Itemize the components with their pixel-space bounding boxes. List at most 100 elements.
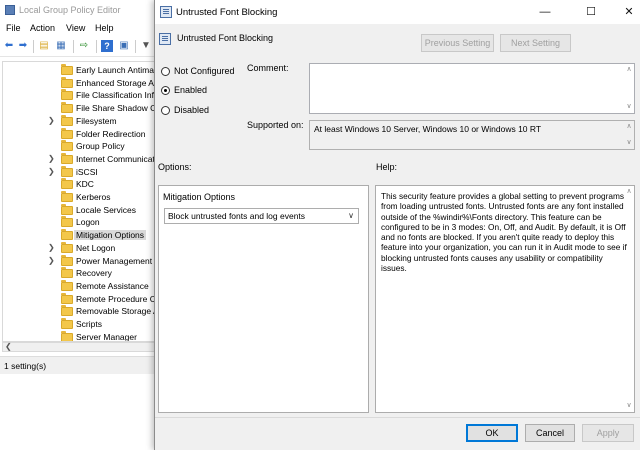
expand-chevron-icon[interactable]: ❯: [48, 256, 56, 265]
mitigation-options-label: Mitigation Options: [163, 192, 236, 202]
tree-item-label: Kerberos: [76, 192, 111, 202]
tree-item[interactable]: Group Policy: [3, 140, 158, 153]
menu-help[interactable]: Help: [95, 23, 114, 33]
tree-item-label: Internet Communicati: [76, 153, 157, 164]
mitigation-options-value: Block untrusted fonts and log events: [168, 211, 306, 221]
scroll-down-icon[interactable]: ∨: [625, 103, 633, 111]
folder-icon: [61, 267, 73, 279]
close-button[interactable]: ✕: [620, 4, 638, 20]
tree-item-label: Remote Procedure Ca: [76, 293, 158, 304]
toolbar-separator: [135, 40, 136, 53]
tree-item-label: Group Policy: [76, 141, 125, 152]
tree-item[interactable]: ❯ Net Logon: [3, 241, 158, 255]
cancel-button[interactable]: Cancel: [525, 424, 575, 442]
options-label: Options:: [158, 162, 192, 172]
tree-item[interactable]: Remote Procedure Ca: [3, 292, 158, 306]
tree-item[interactable]: ❯ iSCSI: [3, 165, 158, 179]
menu-file[interactable]: File: [6, 23, 21, 33]
folder-icon: [61, 330, 73, 341]
tree-item-label: Removable Storage A: [76, 306, 158, 317]
radio-disabled[interactable]: Disabled: [161, 105, 241, 117]
tree-item[interactable]: ❯ Filesystem: [3, 114, 158, 128]
help-icon[interactable]: ?: [101, 40, 113, 52]
folder-icon: [61, 279, 73, 291]
supported-on-label: Supported on:: [247, 120, 304, 130]
radio-not-configured[interactable]: Not Configured: [161, 66, 241, 78]
expand-chevron-icon[interactable]: ❯: [48, 116, 56, 125]
up-folder-icon[interactable]: ▤: [38, 40, 50, 52]
tree-item[interactable]: Scripts: [3, 318, 158, 331]
folder-icon: [61, 165, 73, 177]
tree-item[interactable]: Mitigation Options: [3, 229, 158, 242]
tree-item[interactable]: Kerberos: [3, 191, 158, 204]
radio-not-configured-indicator[interactable]: [161, 67, 170, 76]
export-list-icon[interactable]: ⇨: [78, 40, 90, 52]
properties-icon[interactable]: ▣: [118, 40, 130, 52]
tree-item-label: iSCSI: [76, 166, 98, 177]
folder-icon: [61, 305, 73, 317]
scroll-up-icon[interactable]: ∧: [625, 123, 633, 131]
scroll-down-icon[interactable]: ∨: [625, 139, 633, 147]
expand-chevron-icon[interactable]: ❯: [48, 167, 56, 176]
tree-item-label: File Classification Infr: [76, 90, 157, 101]
show-hide-tree-icon[interactable]: ▦: [55, 40, 67, 52]
menu-view[interactable]: View: [66, 23, 85, 33]
supported-on-value: At least Windows 10 Server, Windows 10 o…: [314, 124, 542, 134]
group-policy-editor-icon: [5, 5, 15, 15]
previous-setting-button[interactable]: Previous Setting: [421, 34, 494, 52]
tree-item[interactable]: Recovery: [3, 267, 158, 280]
scroll-left-icon[interactable]: ❮: [5, 342, 12, 351]
scroll-down-icon[interactable]: ∨: [625, 402, 633, 410]
tree-item[interactable]: Enhanced Storage Ac: [3, 76, 158, 90]
scroll-up-icon[interactable]: ∧: [625, 188, 633, 196]
folder-icon: [61, 127, 73, 139]
tree-item[interactable]: ❯ Internet Communicati: [3, 152, 158, 166]
expand-chevron-icon[interactable]: ❯: [48, 243, 56, 252]
folder-icon: [61, 178, 73, 190]
tree-item[interactable]: Early Launch Antimal: [3, 64, 158, 77]
dialog-title-bar: Untrusted Font Blocking — ☐ ✕: [155, 0, 640, 24]
tree-item-label: Scripts: [76, 319, 102, 329]
tree-item[interactable]: File Classification Infr: [3, 89, 158, 102]
tree-item-label: Enhanced Storage Ac: [76, 77, 158, 88]
folder-icon: [61, 152, 73, 164]
scroll-up-icon[interactable]: ∧: [625, 66, 633, 74]
chevron-down-icon[interactable]: ∨: [348, 211, 354, 220]
ok-button[interactable]: OK: [466, 424, 518, 442]
apply-button[interactable]: Apply: [582, 424, 634, 442]
menu-action[interactable]: Action: [30, 23, 55, 33]
setting-header-title: Untrusted Font Blocking: [177, 33, 274, 43]
tree-item-label: Recovery: [76, 268, 112, 279]
tree-item-label: Power Management: [76, 255, 153, 266]
tree-item[interactable]: KDC: [3, 178, 158, 191]
toolbar-separator: [73, 40, 74, 53]
next-setting-button[interactable]: Next Setting: [500, 34, 571, 52]
tree-item[interactable]: Locale Services: [3, 203, 158, 217]
tree-item[interactable]: Removable Storage A: [3, 305, 158, 318]
tree-item-label: Filesystem: [76, 115, 117, 126]
horizontal-scrollbar[interactable]: ❮: [2, 342, 158, 352]
back-arrow-icon[interactable]: ⬅: [3, 40, 15, 52]
mitigation-options-dropdown[interactable]: Block untrusted fonts and log events ∨: [164, 208, 359, 224]
toolbar: ⬅ ➡ ▤ ▦ ⇨ ? ▣ ▼: [0, 37, 160, 57]
radio-not-configured-label: Not Configured: [174, 66, 235, 76]
minimize-button[interactable]: —: [536, 4, 554, 20]
maximize-button[interactable]: ☐: [582, 4, 600, 20]
folder-icon: [61, 229, 73, 241]
tree-item[interactable]: Logon: [3, 216, 158, 229]
radio-enabled[interactable]: Enabled: [161, 85, 241, 97]
tree-item-label: Early Launch Antimal: [76, 65, 156, 75]
tree-item[interactable]: Folder Redirection: [3, 127, 158, 141]
expand-chevron-icon[interactable]: ❯: [48, 154, 56, 163]
tree-item[interactable]: ❯ Power Management: [3, 254, 158, 268]
filter-icon[interactable]: ▼: [140, 40, 152, 52]
tree-item[interactable]: File Share Shadow Co: [3, 102, 158, 115]
forward-arrow-icon[interactable]: ➡: [17, 40, 29, 52]
radio-enabled-indicator[interactable]: [161, 86, 170, 95]
radio-disabled-indicator[interactable]: [161, 106, 170, 115]
tree-item[interactable]: Server Manager: [3, 330, 158, 341]
tree-item-label: Net Logon: [76, 242, 116, 253]
help-text: This security feature provides a global …: [381, 191, 627, 274]
comment-textbox[interactable]: ∧ ∨: [309, 63, 635, 114]
tree-item[interactable]: Remote Assistance: [3, 279, 158, 293]
